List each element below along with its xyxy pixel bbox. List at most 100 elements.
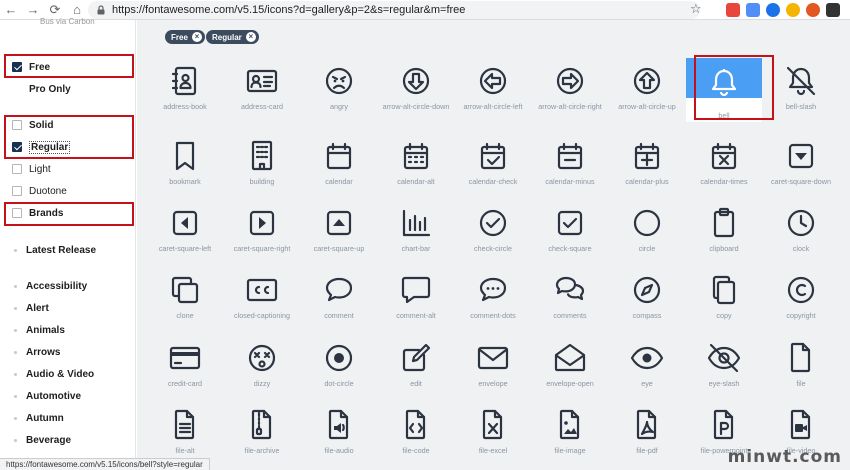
caret-square-down-icon [788,143,814,169]
icon-tile-calendar-minus[interactable]: calendar-minus [532,131,608,195]
icon-tile-dizzy[interactable]: dizzy [224,333,300,397]
icon-tile-arrow-alt-circle-left[interactable]: arrow-alt-circle-left [455,56,531,120]
icon-tile-caret-square-left[interactable]: caret-square-left [147,198,223,262]
icon-label: file-image [554,446,586,455]
extension-icon[interactable] [766,3,780,17]
checkbox[interactable] [12,186,22,196]
bookmark-star-icon[interactable]: ☆ [690,1,702,17]
icon-label: comment-alt [396,311,436,320]
icon-label: file-code [402,446,430,455]
extension-icon[interactable] [786,3,800,17]
icon-tile-chart-bar[interactable]: chart-bar [378,198,454,262]
icon-tile-comments[interactable]: comments [532,265,608,329]
icon-tile-file-pdf[interactable]: file-pdf [609,400,685,464]
icon-label: check-square [548,244,592,253]
category-animals[interactable]: Animals [14,323,65,337]
icon-tile-file[interactable]: file [763,333,839,397]
envelope-open-icon [554,343,586,372]
filter-light[interactable]: Light [12,161,51,177]
icon-tile-caret-square-right[interactable]: caret-square-right [224,198,300,262]
icon-tile-comment-dots[interactable]: comment-dots [455,265,531,329]
checkbox[interactable] [12,164,22,174]
icon-tile-closed-captioning[interactable]: closed-captioning [224,265,300,329]
icon-tile-calendar-plus[interactable]: calendar-plus [609,131,685,195]
icon-label: caret-square-left [158,244,212,253]
icon-tile-file-excel[interactable]: file-excel [455,400,531,464]
icon-tile-clock[interactable]: clock [763,198,839,262]
icon-tile-file-audio[interactable]: file-audio [301,400,377,464]
extension-icon[interactable] [746,3,760,17]
icon-tile-caret-square-up[interactable]: caret-square-up [301,198,377,262]
category-latest-release[interactable]: Latest Release [14,243,96,257]
icon-tile-comment[interactable]: comment [301,265,377,329]
category-beverage[interactable]: Beverage [14,433,71,447]
icon-tile-comment-alt[interactable]: comment-alt [378,265,454,329]
icon-tile-check-square[interactable]: check-square [532,198,608,262]
icon-tile-copyright[interactable]: copyright [763,265,839,329]
check-circle-icon [479,209,507,237]
credit-card-icon [169,346,201,370]
icon-tile-file-archive[interactable]: file-archive [224,400,300,464]
extension-icon[interactable] [806,3,820,17]
dizzy-icon [248,344,276,372]
icon-tile-dot-circle[interactable]: dot-circle [301,333,377,397]
address-bar[interactable]: https://fontawesome.com/v5.15/icons?d=ga… [88,1,700,19]
icon-tile-calendar[interactable]: calendar [301,131,377,195]
icon-label: circle [638,244,656,253]
icon-label: bookmark [169,177,201,186]
icon-label: comment-dots [470,311,516,320]
category-autumn[interactable]: Autumn [14,411,64,425]
icon-tile-compass[interactable]: compass [609,265,685,329]
icon-tile-caret-square-down[interactable]: caret-square-down [763,131,839,195]
remove-chip-icon[interactable]: × [245,32,256,42]
bell-icon [711,69,737,97]
filter-chip-regular[interactable]: Regular × [206,30,259,44]
icon-tile-address-book[interactable]: address-book [147,56,223,120]
icon-label: compass [632,311,662,320]
back-icon[interactable]: ← [0,0,22,20]
icon-tile-file-alt[interactable]: file-alt [147,400,223,464]
icon-tile-clipboard[interactable]: clipboard [686,198,762,262]
filter-duotone[interactable]: Duotone [12,183,67,199]
icon-tile-arrow-alt-circle-right[interactable]: arrow-alt-circle-right [532,56,608,120]
check-square-icon [557,210,583,236]
icon-tile-file-image[interactable]: file-image [532,400,608,464]
icon-tile-envelope[interactable]: envelope [455,333,531,397]
comment-icon [325,277,353,302]
icon-tile-envelope-open[interactable]: envelope-open [532,333,608,397]
remove-chip-icon[interactable]: × [191,32,202,42]
icon-tile-check-circle[interactable]: check-circle [455,198,531,262]
dot-circle-icon [325,344,353,372]
category-arrows[interactable]: Arrows [14,345,60,359]
icon-tile-bookmark[interactable]: bookmark [147,131,223,195]
icon-tile-credit-card[interactable]: credit-card [147,333,223,397]
icon-tile-arrow-alt-circle-down[interactable]: arrow-alt-circle-down [378,56,454,120]
icon-tile-copy[interactable]: copy [686,265,762,329]
icon-tile-calendar-check[interactable]: calendar-check [455,131,531,195]
extension-icon[interactable] [726,3,740,17]
icon-tile-circle[interactable]: circle [609,198,685,262]
puzzle-icon[interactable] [826,3,840,17]
icon-tile-clone[interactable]: clone [147,265,223,329]
highlight-box-solid-regular [4,115,134,159]
icon-tile-building[interactable]: building [224,131,300,195]
category-audio-video[interactable]: Audio & Video [14,367,94,381]
icon-tile-calendar-alt[interactable]: calendar-alt [378,131,454,195]
category-accessibility[interactable]: Accessibility [14,279,87,293]
filter-pro-only[interactable]: Pro Only [12,81,71,97]
category-alert[interactable]: Alert [14,301,49,315]
icon-tile-address-card[interactable]: address-card [224,56,300,120]
icon-label: envelope-open [546,379,594,388]
icon-tile-angry[interactable]: angry [301,56,377,120]
icon-tile-calendar-times[interactable]: calendar-times [686,131,762,195]
icon-tile-bell-slash[interactable]: bell-slash [763,56,839,120]
icon-tile-edit[interactable]: edit [378,333,454,397]
icon-tile-eye[interactable]: eye [609,333,685,397]
icon-tile-arrow-alt-circle-up[interactable]: arrow-alt-circle-up [609,56,685,120]
compass-icon [633,276,661,304]
category-automotive[interactable]: Automotive [14,389,81,403]
icon-tile-eye-slash[interactable]: eye-slash [686,333,762,397]
icon-tile-file-code[interactable]: file-code [378,400,454,464]
icon-label: file-pdf [636,446,658,455]
filter-chip-free[interactable]: Free × [165,30,205,44]
